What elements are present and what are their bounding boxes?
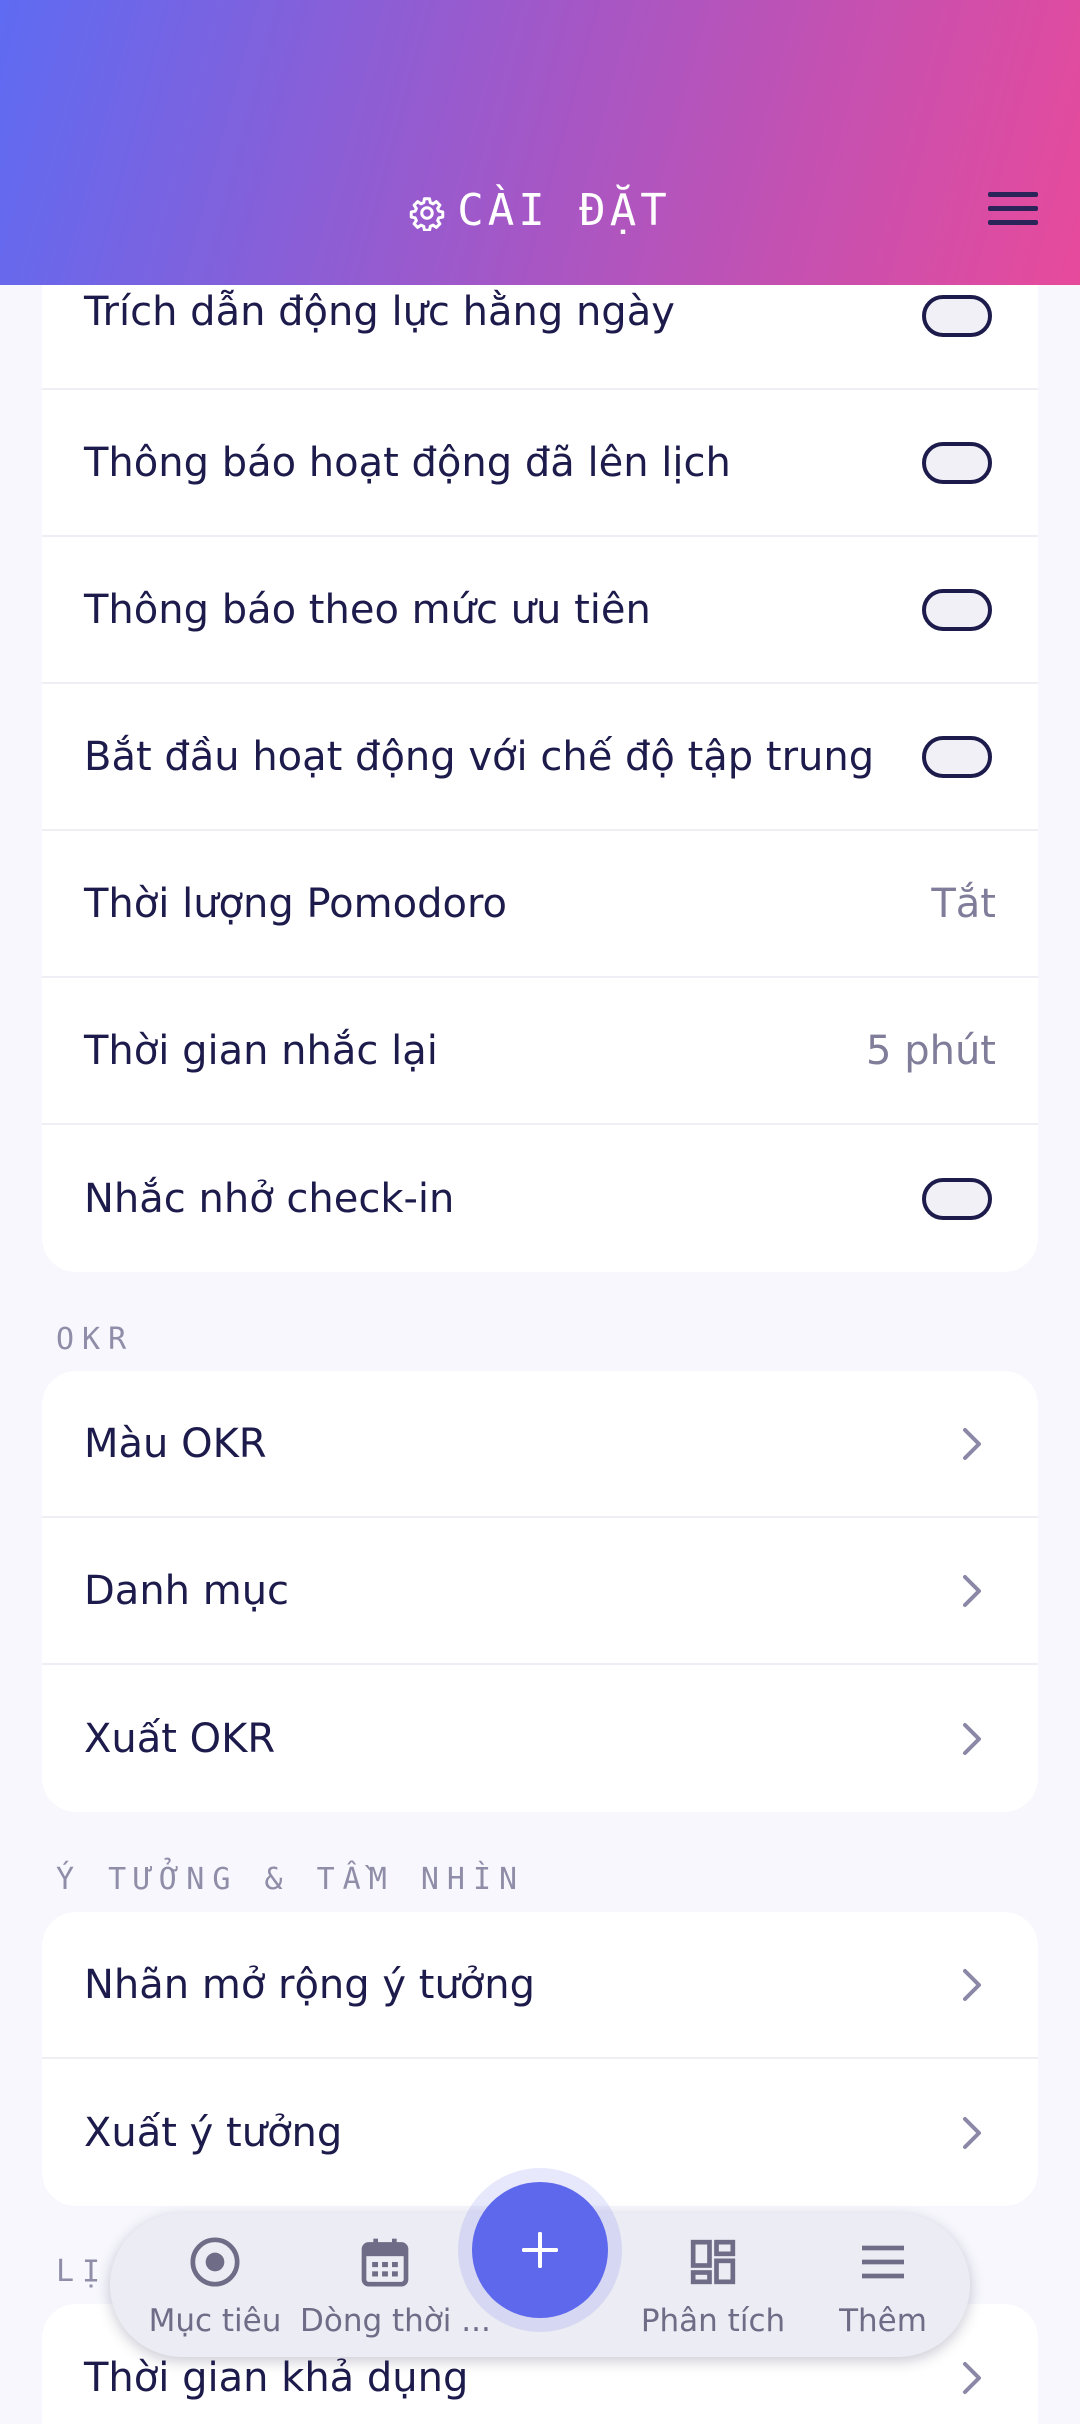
setting-row-pomodoro-duration[interactable]: Thời lượng Pomodoro Tắt xyxy=(42,831,1038,978)
setting-row-scheduled-activity[interactable]: Thông báo hoạt động đã lên lịch xyxy=(42,390,1038,537)
setting-row-focus-mode[interactable]: Bắt đầu hoạt động với chế độ tập trung xyxy=(42,684,1038,831)
okr-card: Màu OKR Danh mục Xuất OKR xyxy=(42,1371,1038,1812)
dashboard-icon xyxy=(690,2239,736,2285)
chevron-right-icon xyxy=(963,1968,981,2001)
setting-row-categories[interactable]: Danh mục xyxy=(42,1518,1038,1665)
pomodoro-duration-value: Tắt xyxy=(931,880,996,927)
gear-icon xyxy=(410,197,445,231)
setting-label: Màu OKR xyxy=(84,1420,267,1467)
priority-notifications-toggle[interactable] xyxy=(922,588,992,631)
nav-item-analytics[interactable]: Phân tích xyxy=(628,2231,798,2339)
menu-bar xyxy=(988,220,1038,225)
setting-row-checkin-reminder[interactable]: Nhắc nhở check-in xyxy=(42,1125,1038,1272)
nav-label: Thêm xyxy=(839,2303,927,2339)
setting-label: Bắt đầu hoạt động với chế độ tập trung xyxy=(84,733,875,780)
setting-label: Nhắc nhở check-in xyxy=(84,1175,455,1222)
menu-bar xyxy=(988,206,1038,211)
setting-row-priority-notifications[interactable]: Thông báo theo mức ưu tiên xyxy=(42,537,1038,684)
setting-label: Nhãn mở rộng ý tưởng xyxy=(84,1961,536,2008)
nav-label: Mục tiêu xyxy=(148,2303,282,2339)
setting-label: Thời lượng Pomodoro xyxy=(84,880,507,927)
setting-label: Xuất OKR xyxy=(84,1715,276,1762)
calendar-icon xyxy=(361,2238,409,2287)
setting-label: Danh mục xyxy=(84,1567,290,1614)
focus-mode-toggle[interactable] xyxy=(922,735,992,778)
nav-item-goals[interactable]: Mục tiêu xyxy=(130,2231,300,2339)
section-title-okr: OKR xyxy=(56,1322,135,1357)
menu-icon xyxy=(862,2245,904,2279)
section-title-ideas: Ý TƯỞNG & TẦM NHÌN xyxy=(56,1862,526,1897)
nav-item-timeline[interactable]: Dòng thời ... xyxy=(300,2231,491,2339)
chevron-right-icon xyxy=(963,1722,981,1755)
setting-label: Trích dẫn động lực hằng ngày xyxy=(84,289,675,335)
ideas-card: Nhãn mở rộng ý tưởng Xuất ý tưởng xyxy=(42,1912,1038,2206)
setting-row-export-okr[interactable]: Xuất OKR xyxy=(42,1665,1038,1812)
setting-label: Xuất ý tưởng xyxy=(84,2109,343,2156)
daily-quote-toggle[interactable] xyxy=(922,295,992,337)
app-header: CÀI ĐẶT xyxy=(0,0,1080,285)
setting-label: Thông báo theo mức ưu tiên xyxy=(84,586,651,633)
setting-label: Thông báo hoạt động đã lên lịch xyxy=(84,439,731,486)
checkin-reminder-toggle[interactable] xyxy=(922,1177,992,1220)
chevron-right-icon xyxy=(963,2116,981,2149)
setting-row-okr-color[interactable]: Màu OKR xyxy=(42,1371,1038,1518)
nav-item-more[interactable]: Thêm xyxy=(798,2231,968,2339)
chevron-right-icon xyxy=(963,1427,981,1460)
menu-bar xyxy=(988,192,1038,197)
notifications-card: Trích dẫn động lực hằng ngày Thông báo h… xyxy=(42,242,1038,1272)
snooze-time-value: 5 phút xyxy=(866,1027,996,1074)
add-button[interactable] xyxy=(472,2182,608,2318)
target-icon xyxy=(190,2237,240,2287)
plus-icon xyxy=(522,2232,558,2268)
nav-label: Dòng thời ... xyxy=(300,2303,491,2339)
chevron-right-icon xyxy=(963,1574,981,1607)
chevron-right-icon xyxy=(963,2362,981,2394)
setting-row-idea-labels[interactable]: Nhãn mở rộng ý tưởng xyxy=(42,1912,1038,2059)
setting-label: Thời gian nhắc lại xyxy=(84,1027,438,1074)
hamburger-menu-button[interactable] xyxy=(988,192,1038,236)
setting-row-snooze-time[interactable]: Thời gian nhắc lại 5 phút xyxy=(42,978,1038,1125)
page-title: CÀI ĐẶT xyxy=(0,185,1080,236)
section-title-schedule: LỊ xyxy=(56,2254,109,2289)
page-title-text: CÀI ĐẶT xyxy=(457,185,671,236)
nav-label: Phân tích xyxy=(640,2303,786,2339)
setting-label: Thời gian khả dụng xyxy=(84,2355,469,2401)
scheduled-activity-toggle[interactable] xyxy=(922,441,992,484)
